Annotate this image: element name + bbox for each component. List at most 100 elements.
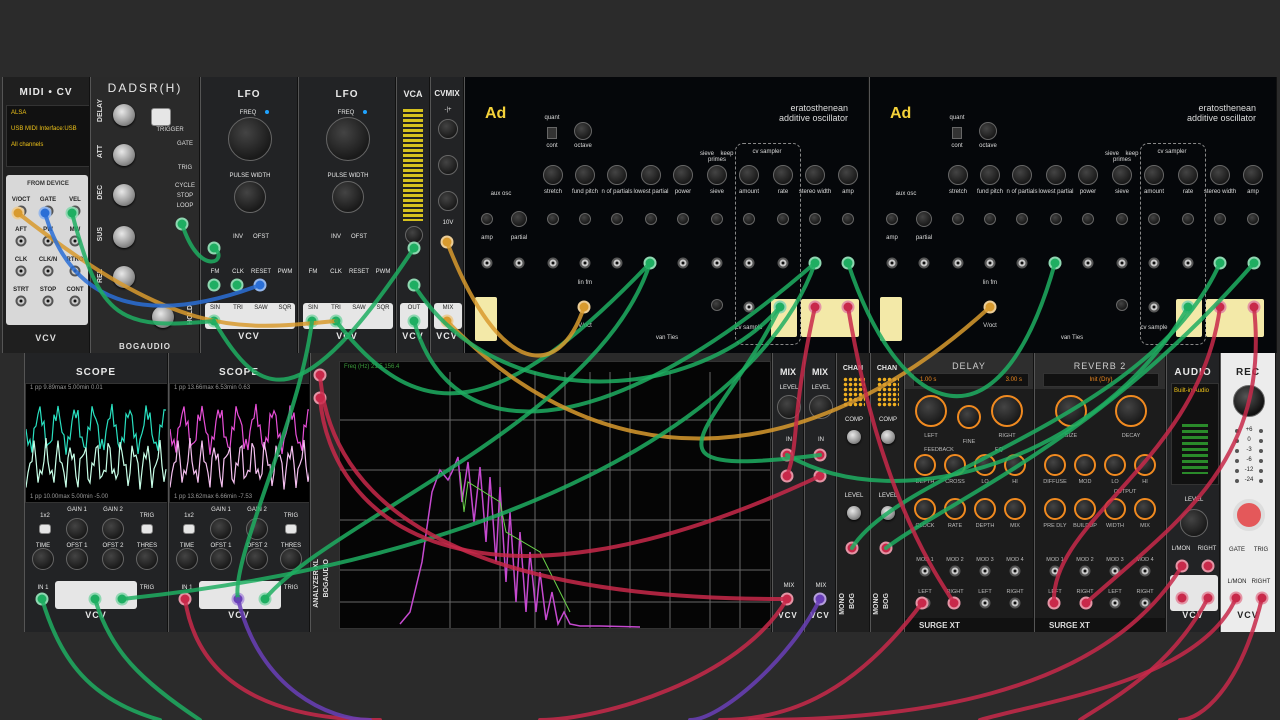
octave-knob[interactable]	[574, 122, 592, 140]
surge-mod-jack[interactable]	[1049, 565, 1061, 577]
ad-attenuator-knob[interactable]	[1050, 213, 1062, 225]
cable-plug[interactable]	[841, 256, 855, 270]
cable-plug[interactable]	[440, 314, 454, 328]
midi-output-jack[interactable]	[42, 235, 54, 247]
ad-attenuator-knob[interactable]	[1214, 213, 1226, 225]
surge-knob[interactable]	[1044, 498, 1066, 520]
cable-plug[interactable]	[115, 592, 129, 606]
surge-knob[interactable]	[944, 498, 966, 520]
aux-jack-1[interactable]	[886, 257, 898, 269]
cable-plug[interactable]	[780, 592, 794, 606]
scope-knob[interactable]	[246, 548, 268, 570]
cable-plug[interactable]	[407, 278, 421, 292]
scope-knob[interactable]	[102, 548, 124, 570]
cable-plug[interactable]	[915, 596, 929, 610]
pulse-width-knob[interactable]	[234, 181, 266, 213]
surge-knob[interactable]	[1004, 498, 1026, 520]
rec-level-knob[interactable]	[1233, 385, 1265, 417]
ad-attenuator-knob[interactable]	[1016, 213, 1028, 225]
cable-plug[interactable]	[813, 592, 827, 606]
cable-plug[interactable]	[1079, 596, 1093, 610]
scope-knob[interactable]	[136, 548, 158, 570]
cv-sample-knob[interactable]	[1116, 299, 1128, 311]
trigger-button[interactable]	[151, 108, 171, 126]
ad-attenuator-knob[interactable]	[547, 213, 559, 225]
scope-button[interactable]	[39, 524, 51, 534]
surge-mod-jack[interactable]	[1139, 565, 1151, 577]
scope-knob[interactable]	[176, 548, 198, 570]
surge-big-knob[interactable]	[957, 405, 981, 429]
cv-knob-3[interactable]	[438, 191, 458, 211]
decay-knob[interactable]	[113, 184, 135, 206]
ad-param-knob[interactable]	[1243, 165, 1263, 185]
ad-attenuator-knob[interactable]	[1082, 213, 1094, 225]
cable-plug[interactable]	[253, 278, 267, 292]
surge-knob[interactable]	[1134, 498, 1156, 520]
ad-param-knob[interactable]	[805, 165, 825, 185]
scope-knob[interactable]	[102, 518, 124, 540]
surge-audio-jack[interactable]	[1109, 597, 1121, 609]
cable-plug[interactable]	[65, 206, 79, 220]
cable-plug[interactable]	[1175, 591, 1189, 605]
cable-plug[interactable]	[407, 241, 421, 255]
release-knob[interactable]	[113, 266, 135, 288]
cable-plug[interactable]	[440, 235, 454, 249]
cable-plug[interactable]	[1048, 256, 1062, 270]
cable-plug[interactable]	[207, 278, 221, 292]
cv-knob-1[interactable]	[438, 119, 458, 139]
aux-jack-1[interactable]	[481, 257, 493, 269]
cable-plug[interactable]	[643, 256, 657, 270]
surge-mod-jack[interactable]	[1109, 565, 1121, 577]
midi-output-jack[interactable]	[42, 295, 54, 307]
ad-param-knob[interactable]	[673, 165, 693, 185]
ad-cv-input-jack[interactable]	[611, 257, 623, 269]
scope-knob[interactable]	[280, 548, 302, 570]
ad-cv-input-jack[interactable]	[547, 257, 559, 269]
ad-attenuator-knob[interactable]	[842, 213, 854, 225]
ad-param-knob[interactable]	[607, 165, 627, 185]
ad-param-knob[interactable]	[575, 165, 595, 185]
ad-attenuator-knob[interactable]	[677, 213, 689, 225]
cable-plug[interactable]	[780, 448, 794, 462]
scope-knob[interactable]	[32, 548, 54, 570]
level-knob[interactable]	[777, 395, 801, 419]
surge-display[interactable]: Init (Dry)	[1043, 373, 1159, 387]
midi-output-jack[interactable]	[69, 295, 81, 307]
ad-cv-input-jack[interactable]	[1116, 257, 1128, 269]
surge-mod-jack[interactable]	[919, 565, 931, 577]
cable-plug[interactable]	[947, 596, 961, 610]
delay-knob[interactable]	[113, 104, 135, 126]
surge-knob[interactable]	[944, 454, 966, 476]
chan-level-knob[interactable]	[881, 506, 895, 520]
midi-output-jack[interactable]	[69, 265, 81, 277]
cable-plug[interactable]	[258, 592, 272, 606]
ad-attenuator-knob[interactable]	[952, 213, 964, 225]
ad-attenuator-knob[interactable]	[711, 213, 723, 225]
ad-attenuator-knob[interactable]	[611, 213, 623, 225]
surge-knob[interactable]	[974, 454, 996, 476]
aux-amp-knob[interactable]	[886, 213, 898, 225]
scope-knob[interactable]	[66, 548, 88, 570]
ad-cv-input-jack[interactable]	[1082, 257, 1094, 269]
ad-attenuator-knob[interactable]	[1247, 213, 1259, 225]
cv-sample-knob[interactable]	[711, 299, 723, 311]
cable-plug[interactable]	[178, 592, 192, 606]
scope-knob[interactable]	[66, 518, 88, 540]
octave-knob[interactable]	[979, 122, 997, 140]
surge-big-knob[interactable]	[1055, 395, 1087, 427]
cable-plug[interactable]	[231, 592, 245, 606]
midi-output-jack[interactable]	[69, 235, 81, 247]
midi-output-jack[interactable]	[15, 235, 27, 247]
cable-plug[interactable]	[841, 300, 855, 314]
pulse-width-knob[interactable]	[332, 181, 364, 213]
surge-knob[interactable]	[1134, 454, 1156, 476]
ad-cv-input-jack[interactable]	[711, 257, 723, 269]
cable-plug[interactable]	[1181, 300, 1195, 314]
cable-plug[interactable]	[1213, 256, 1227, 270]
ad-cv-input-jack[interactable]	[984, 257, 996, 269]
surge-audio-jack[interactable]	[1139, 597, 1151, 609]
midi-driver-display[interactable]: ALSA USB MIDI Interface:USB All channels	[6, 105, 89, 167]
cable-plug[interactable]	[88, 592, 102, 606]
surge-display[interactable]: 1.00 s 3.00 s	[913, 373, 1029, 387]
sustain-knob[interactable]	[113, 226, 135, 248]
